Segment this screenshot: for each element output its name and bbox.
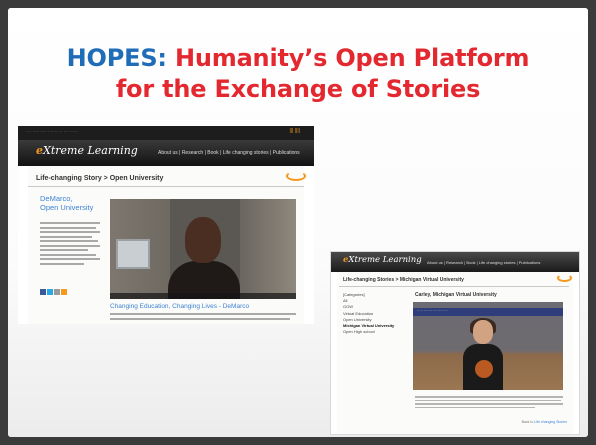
title-hopes: HOPES: (66, 44, 167, 72)
video-background-right (240, 199, 296, 299)
share-icons (40, 289, 68, 307)
facebook-icon[interactable] (40, 289, 46, 295)
website-screenshot-carley: eXtreme Learning About us | Research | B… (330, 251, 580, 435)
top-bar-text: ··· ······ ····· ······· ··· ···· ······ (26, 129, 78, 134)
logo-e: e (36, 144, 43, 157)
video-title-text: ····· ······· ······· ····· (417, 309, 448, 313)
breadcrumb: Life-changing Story > Open University (36, 175, 164, 182)
title-line-2: for the Exchange of Stories (115, 75, 481, 103)
person-name-line-2: Open University (40, 203, 94, 212)
title-line-1: HOPES: Humanity’s Open Platform (8, 43, 588, 74)
video-player[interactable]: ····· ······· ······· ····· (413, 302, 563, 390)
category-list: [Categories] All GOW Virtual Education O… (343, 292, 394, 335)
extreme-learning-logo[interactable]: eXtreme Learning (343, 255, 422, 265)
story-person-name: DeMarco, Open University (40, 194, 93, 212)
swirl-icon (286, 171, 306, 181)
category-item[interactable]: Open High school (343, 329, 394, 335)
twitter-icon[interactable] (47, 289, 53, 295)
person-name-line-1: DeMarco, (40, 194, 73, 203)
back-prefix: Back to (521, 420, 534, 424)
story-description (415, 396, 563, 410)
video-control-bar[interactable] (110, 293, 296, 299)
speaker-head (185, 217, 221, 263)
computer-monitor-image (116, 239, 150, 269)
video-player[interactable] (110, 199, 296, 299)
website-screenshot-demarco: ··· ······ ····· ······· ··· ···· ······… (18, 126, 314, 324)
story-description (110, 313, 296, 322)
video-caption[interactable]: Changing Education, Changing Lives - DeM… (110, 303, 249, 310)
slide-title: HOPES: Humanity’s Open Platform for the … (8, 43, 588, 105)
story-summary-text (40, 222, 100, 267)
back-link-text[interactable]: Life changing Stories (534, 420, 567, 424)
swirl-icon (557, 274, 572, 282)
slide: HOPES: Humanity’s Open Platform for the … (8, 8, 588, 437)
back-to-stories-link[interactable]: Back to Life changing Stories (522, 420, 567, 424)
basketball-image (475, 360, 493, 378)
logo-text: Xtreme Learning (348, 255, 422, 265)
logo-text: Xtreme Learning (43, 144, 138, 157)
extreme-learning-logo[interactable]: eXtreme Learning (36, 144, 138, 157)
site-header: eXtreme Learning About us | Research | B… (18, 140, 314, 166)
top-bar: ··· ······ ····· ······· ··· ···· ······… (18, 126, 314, 140)
email-icon[interactable] (54, 289, 60, 295)
title-platform: Humanity’s Open Platform (166, 44, 530, 72)
site-nav-menu[interactable]: About us | Research | Book | Life changi… (158, 150, 300, 156)
student-name: Carley, Michigan Virtual University (415, 292, 497, 298)
speaker-head (473, 320, 493, 344)
rss-icon[interactable] (61, 289, 67, 295)
site-header: eXtreme Learning About us | Research | B… (331, 252, 579, 272)
top-bar-links[interactable]: ||| |||| (290, 128, 300, 134)
breadcrumb: Life-changing Stories > Michigan Virtual… (343, 277, 464, 283)
site-nav-menu[interactable]: About us | Research | Book | Life changi… (427, 260, 540, 265)
